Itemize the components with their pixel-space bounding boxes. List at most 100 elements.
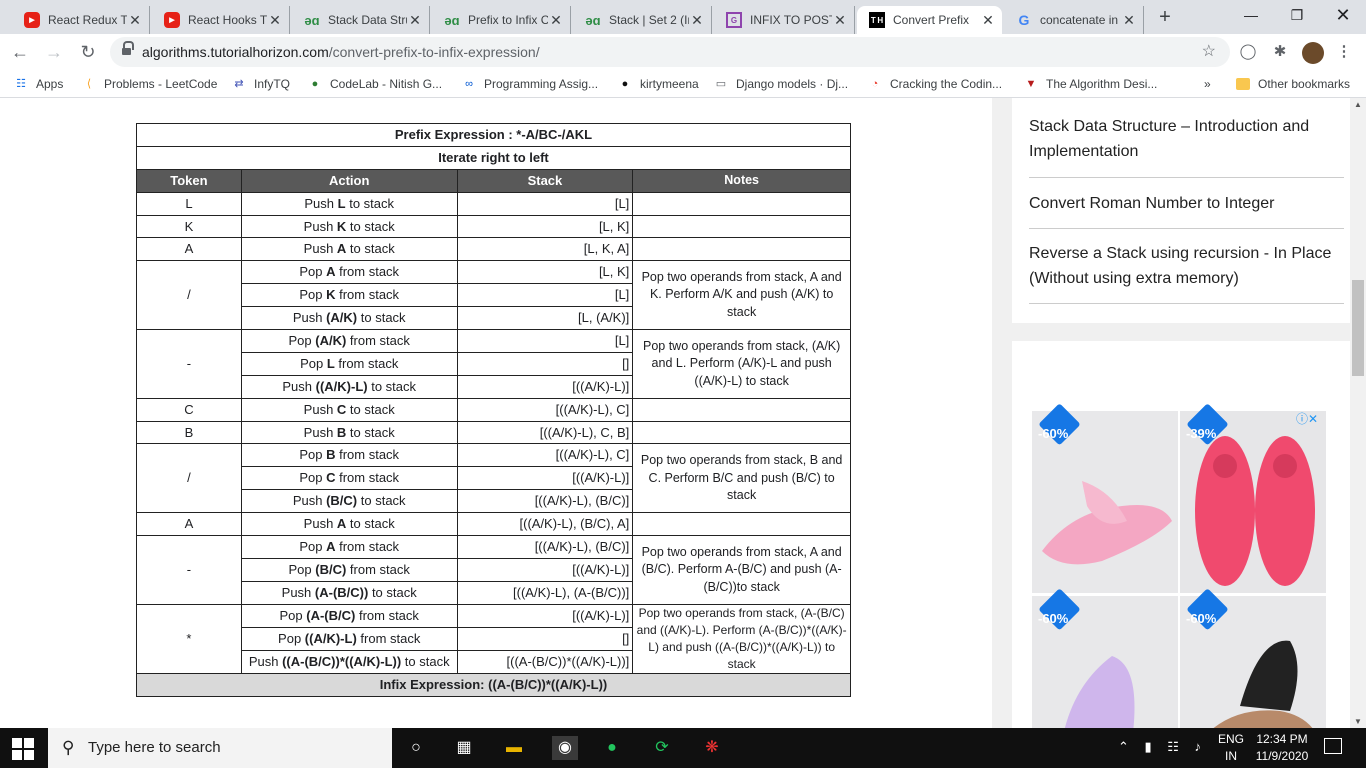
related-post-link[interactable]: Convert Roman Number to Integer	[1029, 178, 1344, 229]
bookmarks-overflow-chevron[interactable]: »	[1204, 75, 1211, 93]
bookmark-label: The Algorithm Desi...	[1046, 77, 1158, 91]
infytq-icon: ⇄	[234, 78, 244, 90]
action-cell: Push L to stack	[240, 191, 458, 216]
tab-close-icon[interactable]: ✕	[407, 12, 423, 29]
bookmark-item[interactable]: ⇄ InfyTQ	[232, 75, 290, 93]
notes-cell: Pop two operands from stack, B and C. Pe…	[632, 443, 851, 514]
browser-tab[interactable]: ▶ React Redux Tu ✕	[12, 6, 150, 34]
reload-button[interactable]: ↻	[76, 40, 100, 64]
action-verb: Pop	[299, 447, 327, 463]
spider-app-icon[interactable]: ❋	[700, 736, 724, 760]
bookmark-star-icon[interactable]: ☆	[1202, 37, 1216, 67]
ad-product-black-sandal[interactable]: -60%	[1180, 588, 1326, 728]
input-language-indicator[interactable]: ENG IN	[1218, 731, 1244, 765]
task-view-icon[interactable]: ▦	[452, 736, 476, 760]
browser-tab[interactable]: əɑ Prefix to Infix C ✕	[432, 6, 571, 34]
mongodb-compass-icon[interactable]: ●	[600, 736, 624, 760]
tab-close-icon[interactable]: ✕	[127, 12, 143, 29]
tab-close-icon[interactable]: ✕	[689, 12, 705, 29]
bookmark-item[interactable]: ⟨ Problems - LeetCode	[82, 75, 218, 93]
stack-cell: [((A/K)-L), (B/C)]	[456, 535, 634, 559]
google-icon: G	[1018, 12, 1030, 28]
browser-tab[interactable]: əɑ Stack | Set 2 (In ✕	[573, 6, 712, 34]
bookmark-item[interactable]: ▼ The Algorithm Desi...	[1024, 75, 1158, 93]
stack-cell: [L]	[456, 191, 634, 216]
system-clock[interactable]: 12:34 PM 11/9/2020	[1252, 731, 1312, 765]
adchoices-icon[interactable]: ⓘ✕	[1296, 410, 1318, 427]
action-operand: ((A/K)-L)	[315, 378, 368, 394]
action-suffix: from stack	[355, 607, 419, 623]
address-bar[interactable]: algorithms.tutorialhorizon.com/convert-p…	[110, 37, 1230, 67]
bookmark-label: Apps	[36, 77, 64, 91]
browser-tab[interactable]: əɑ Stack Data Stru ✕	[292, 6, 430, 34]
globe-extension-icon[interactable]: ◯	[1238, 42, 1258, 62]
windows-start-button[interactable]	[12, 738, 34, 760]
action-operand: L	[326, 355, 335, 371]
forward-button[interactable]: →	[42, 40, 66, 64]
back-button[interactable]: ←	[8, 40, 32, 64]
menu-kebab-icon[interactable]: ⋮	[1334, 42, 1354, 62]
other-bookmarks[interactable]: Other bookmarks	[1236, 75, 1350, 93]
close-window-button[interactable]: ✕	[1320, 0, 1366, 32]
action-cell: Push (A/K) to stack	[240, 306, 458, 331]
stack-cell: [((A/K)-L), (B/C)]	[456, 489, 634, 514]
action-suffix: to stack	[368, 584, 417, 600]
ad-product-pink-sandal[interactable]: -60%	[1032, 403, 1178, 593]
bookmark-item[interactable]: ☷ Apps	[14, 75, 63, 93]
profile-avatar[interactable]	[1302, 42, 1324, 64]
chrome-ext-icon: ◔	[871, 78, 879, 90]
tab-close-icon[interactable]: ✕	[832, 12, 848, 29]
refresh-app-icon[interactable]: ⟳	[650, 736, 674, 760]
table-subtitle-cell: Iterate right to left	[136, 145, 851, 170]
action-center-icon[interactable]	[1324, 738, 1342, 754]
ad-product-flip-flops[interactable]: -39%	[1180, 403, 1326, 593]
tab-strip: ▶ React Redux Tu ✕ ▶ React Hooks Tu ✕ əɑ Stack …	[0, 0, 1366, 34]
bookmark-item[interactable]: ▭ Django models · Dj...	[714, 75, 848, 93]
table-title-cell: Prefix Expression : *-A/BC-/AKL	[136, 123, 851, 147]
tab-close-icon[interactable]: ✕	[548, 12, 564, 29]
browser-tab[interactable]: G INFIX TO POST ✕	[714, 6, 855, 34]
minimize-button[interactable]: —	[1228, 0, 1274, 32]
action-cell: Push C to stack	[240, 397, 458, 422]
bookmark-item[interactable]: ∞ Programming Assig...	[462, 75, 598, 93]
tab-close-icon[interactable]: ✕	[1121, 12, 1137, 29]
browser-tab[interactable]: T H Convert Prefix ✕	[857, 6, 1002, 34]
file-explorer-icon[interactable]: ▬	[502, 736, 526, 760]
extensions-puzzle-icon[interactable]: ✱	[1270, 42, 1290, 62]
related-posts-sidebar: Stack Data Structure – Introduction and …	[1012, 98, 1350, 323]
stack-cell: []	[456, 351, 634, 376]
discount-tag: -60%	[1184, 588, 1229, 640]
chrome-taskbar-icon[interactable]: ◉	[552, 736, 578, 760]
bookmark-item[interactable]: ● kirtymeena	[618, 75, 699, 93]
browser-tab[interactable]: ▶ React Hooks Tu ✕	[152, 6, 290, 34]
action-verb: Pop	[299, 264, 327, 280]
action-suffix: from stack	[346, 561, 410, 577]
scrollbar-thumb[interactable]	[1352, 280, 1364, 376]
browser-tab[interactable]: Gconcatenate in ✕	[1004, 6, 1144, 34]
prefix-expression: *-A/BC-/AKL	[516, 126, 593, 142]
page-scrollbar[interactable]: ▲ ▼	[1350, 98, 1366, 728]
related-post-link[interactable]: Stack Data Structure – Introduction and …	[1029, 112, 1344, 178]
related-post-link[interactable]: Reverse a Stack using recursion - In Pla…	[1029, 229, 1344, 304]
table-subtitle-row: Iterate right to left	[136, 145, 851, 170]
action-operand: C	[336, 401, 347, 417]
bookmark-item[interactable]: ◔ Cracking the Codin...	[868, 75, 1002, 93]
bookmark-item[interactable]: ● CodeLab - Nitish G...	[308, 75, 442, 93]
system-tray-icons[interactable]: ⌃ ▮ ☷ ♪	[1118, 739, 1207, 755]
restore-button[interactable]: ❐	[1274, 0, 1320, 32]
action-operand: K	[336, 218, 347, 234]
cortana-icon[interactable]: ○	[404, 736, 428, 760]
url-path: /convert-prefix-to-infix-expression/	[328, 44, 540, 60]
tab-close-icon[interactable]: ✕	[267, 12, 283, 29]
tab-title: Stack | Set 2 (In	[609, 13, 689, 27]
bookmark-label: InfyTQ	[254, 77, 291, 91]
action-suffix: from stack	[335, 287, 400, 303]
token-cell: B	[136, 420, 242, 445]
taskbar-search-box[interactable]: ⚲ Type here to search	[48, 728, 392, 768]
action-verb: Push	[304, 195, 338, 211]
action-verb: Pop	[300, 355, 327, 371]
ad-product-lilac-sandal[interactable]: -60%	[1032, 588, 1178, 728]
new-tab-button[interactable]: +	[1154, 6, 1176, 28]
tab-close-icon[interactable]: ✕	[980, 12, 996, 29]
action-suffix: from stack	[346, 332, 410, 348]
